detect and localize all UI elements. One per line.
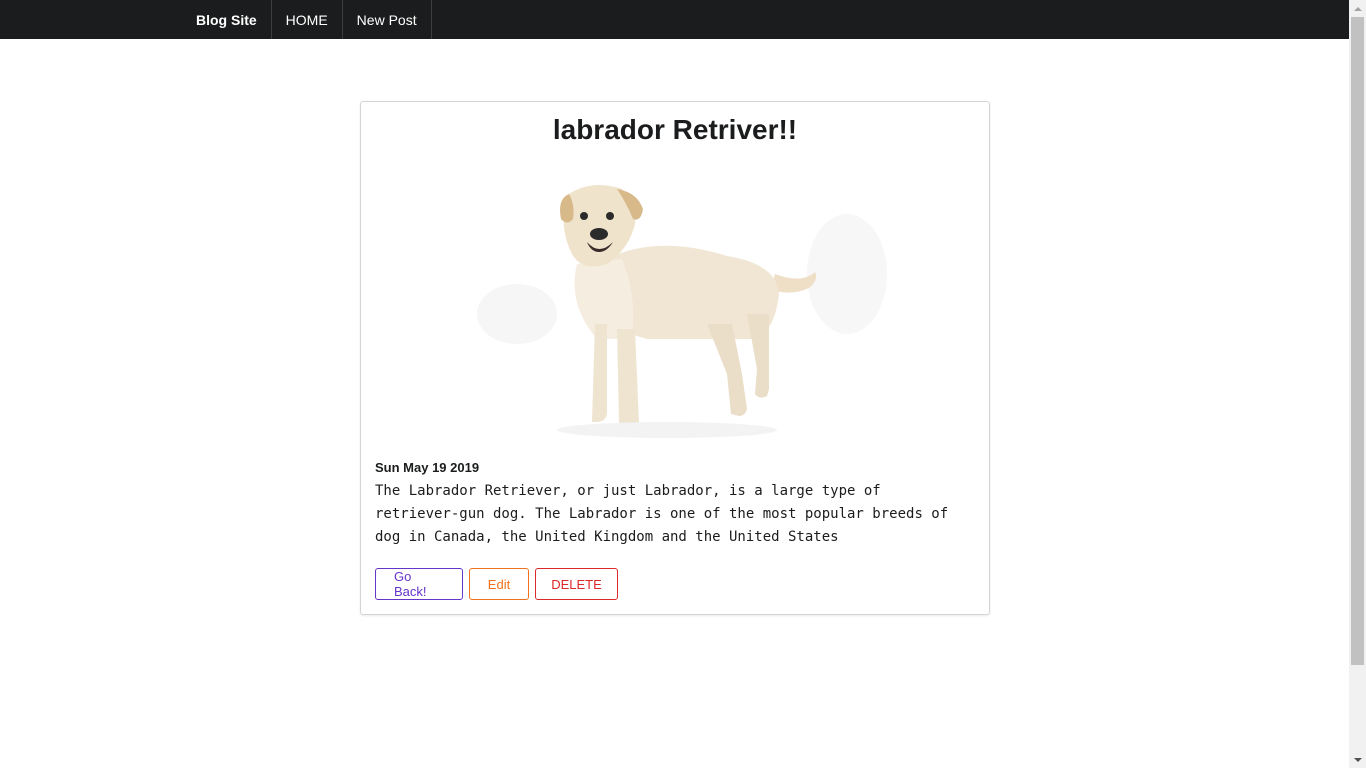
nav-new-post-link[interactable]: New Post <box>343 0 432 39</box>
post-image <box>477 185 887 438</box>
top-navbar: Blog Site HOME New Post <box>0 0 1349 39</box>
post-title: labrador Retriver!! <box>552 114 798 145</box>
vertical-scrollbar[interactable] <box>1349 0 1366 768</box>
nav-home-link[interactable]: HOME <box>272 0 343 39</box>
post-card: labrador Retriver!! Sun May 19 2019 The … <box>360 101 990 615</box>
delete-button[interactable]: DELETE <box>535 568 618 600</box>
nav-brand-link[interactable]: Blog Site <box>183 0 272 39</box>
post-actions: Go Back! Edit DELETE <box>375 568 618 600</box>
post-body: The Labrador Retriever, or just Labrador… <box>375 483 949 545</box>
post-date: Sun May 19 2019 <box>375 460 480 475</box>
scroll-up-arrow-icon[interactable] <box>1349 0 1366 17</box>
edit-button[interactable]: Edit <box>469 568 529 600</box>
scroll-down-arrow-icon[interactable] <box>1349 751 1366 768</box>
nav-menu: Blog Site HOME New Post <box>183 0 432 39</box>
scrollbar-thumb[interactable] <box>1351 17 1364 665</box>
go-back-button[interactable]: Go Back! <box>375 568 463 600</box>
